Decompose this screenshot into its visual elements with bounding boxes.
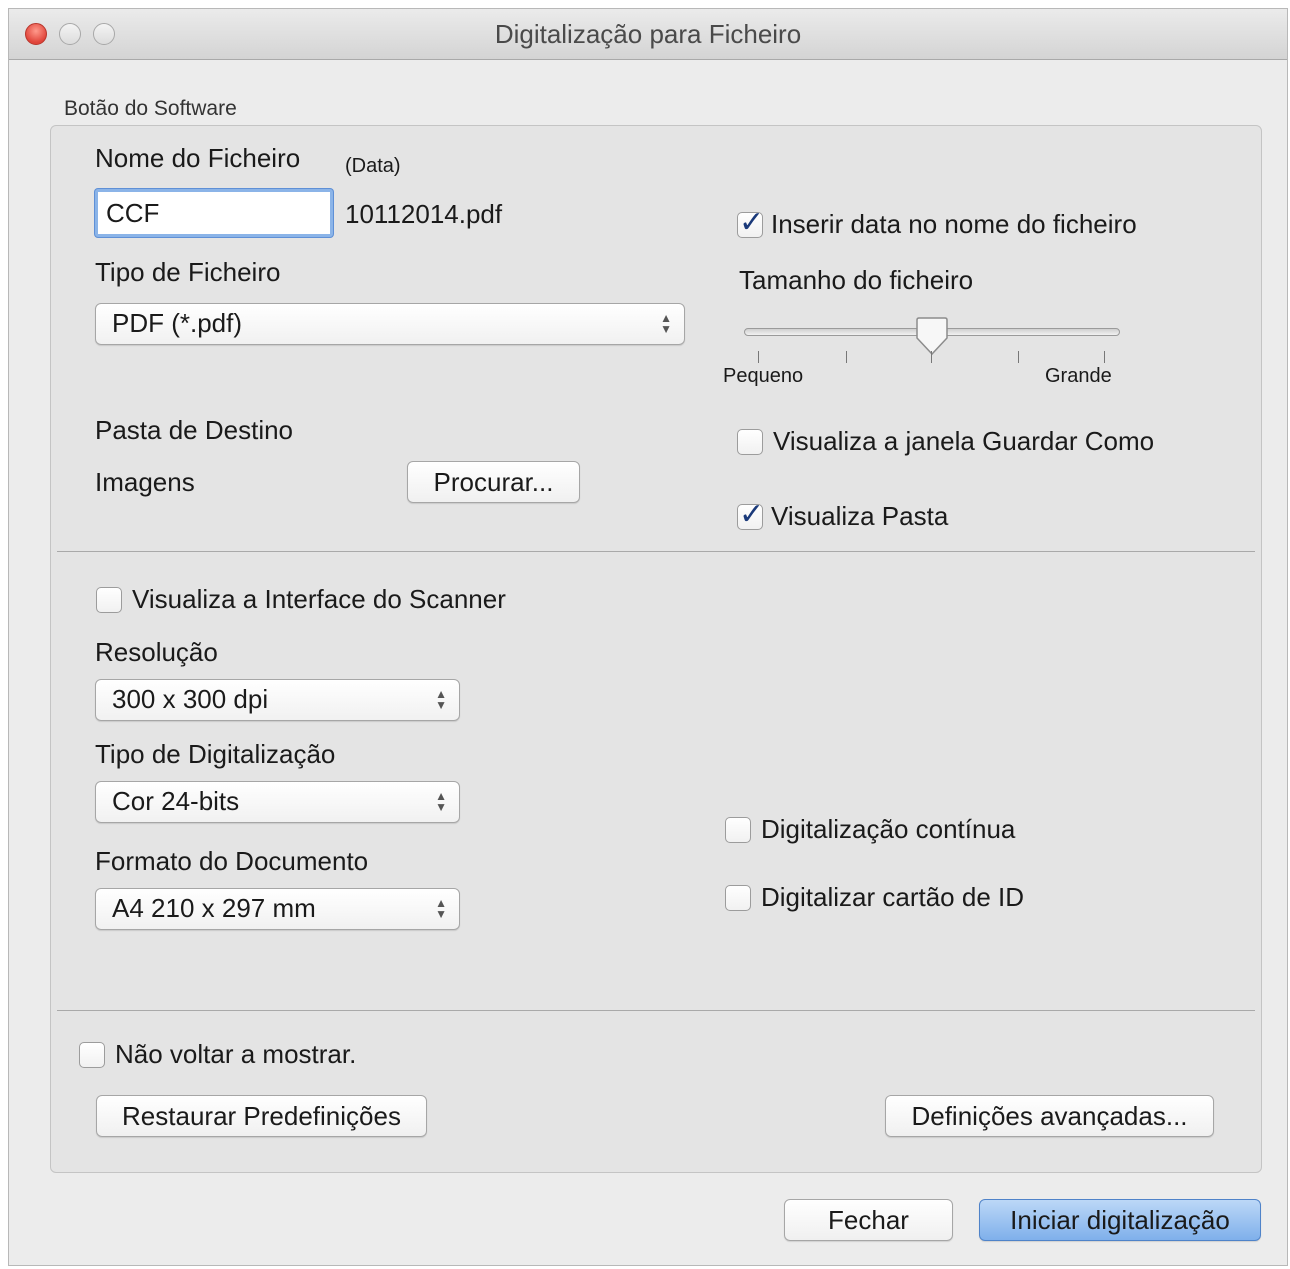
checkmark-icon: ✓ [739, 205, 765, 239]
resolution-label: Resolução [95, 637, 218, 667]
browse-button[interactable]: Procurar... [407, 461, 580, 503]
checkbox-box [725, 884, 751, 911]
destination-label: Pasta de Destino [95, 415, 294, 445]
slider-tick [758, 351, 759, 363]
scan-type-label: Tipo de Digitalização [95, 739, 336, 769]
document-size-label: Formato do Documento [95, 846, 369, 876]
continuous-scan-label: Digitalização contínua [761, 814, 1016, 844]
insert-date-label: Inserir data no nome do ficheiro [771, 209, 1137, 239]
slider-tick [1104, 351, 1105, 363]
advanced-settings-button[interactable]: Definições avançadas... [885, 1095, 1214, 1137]
continuous-scan-checkbox[interactable]: Digitalização contínua [725, 814, 1015, 845]
show-scanner-interface-checkbox[interactable]: Visualiza a Interface do Scanner [96, 584, 506, 615]
file-name-label: Nome do Ficheiro [95, 143, 301, 173]
checkbox-box: ✓ [737, 206, 764, 239]
size-max-label: Grande [1045, 365, 1112, 387]
show-save-as-checkbox[interactable]: Visualiza a janela Guardar Como [737, 426, 1154, 457]
destination-folder: Imagens [95, 467, 195, 497]
date-label: (Data) [345, 155, 401, 177]
dialog-window: Digitalização para Ficheiro Botão do Sof… [8, 8, 1288, 1266]
checkmark-icon: ✓ [739, 497, 765, 531]
slider-tick [1018, 351, 1019, 363]
show-folder-label: Visualiza Pasta [771, 501, 949, 531]
dont-show-again-checkbox[interactable]: Não voltar a mostrar. [79, 1039, 356, 1070]
file-type-label: Tipo de Ficheiro [95, 257, 281, 287]
scan-type-value: Cor 24-bits [112, 786, 240, 816]
document-size-select[interactable]: A4 210 x 297 mm ▲ ▼ [95, 888, 460, 930]
checkbox-box [725, 816, 751, 843]
updown-arrows-icon: ▲ ▼ [435, 896, 447, 921]
updown-arrows-icon: ▲ ▼ [435, 789, 447, 814]
restore-defaults-button[interactable]: Restaurar Predefinições [96, 1095, 427, 1137]
resolution-select[interactable]: 300 x 300 dpi ▲ ▼ [95, 679, 460, 721]
show-scanner-interface-label: Visualiza a Interface do Scanner [132, 584, 506, 614]
date-value: 10112014.pdf [345, 199, 503, 229]
id-card-scan-checkbox[interactable]: Digitalizar cartão de ID [725, 882, 1024, 913]
window-title: Digitalização para Ficheiro [494, 19, 802, 49]
group-label: Botão do Software [64, 97, 237, 120]
file-name-input[interactable]: CCF [95, 189, 333, 237]
file-type-select[interactable]: PDF (*.pdf) ▲ ▼ [95, 303, 685, 345]
title-bar: Digitalização para Ficheiro [9, 9, 1287, 60]
start-scan-button[interactable]: Iniciar digitalização [979, 1199, 1261, 1241]
insert-date-checkbox[interactable]: ✓ Inserir data no nome do ficheiro [737, 206, 1137, 240]
slider-tick [931, 351, 932, 363]
checkbox-box [737, 428, 763, 455]
id-card-scan-label: Digitalizar cartão de ID [761, 882, 1024, 912]
dont-show-again-label: Não voltar a mostrar. [115, 1039, 357, 1069]
size-min-label: Pequeno [723, 365, 804, 387]
checkbox-box: ✓ [737, 498, 764, 531]
show-save-as-label: Visualiza a janela Guardar Como [773, 426, 1155, 456]
file-type-value: PDF (*.pdf) [112, 308, 243, 338]
resolution-value: 300 x 300 dpi [112, 684, 269, 714]
updown-arrows-icon: ▲ ▼ [660, 311, 672, 336]
updown-arrows-icon: ▲ ▼ [435, 687, 447, 712]
slider-tick [846, 351, 847, 363]
file-size-label: Tamanho do ficheiro [739, 265, 974, 295]
file-size-slider-knob[interactable] [916, 316, 948, 356]
scan-type-select[interactable]: Cor 24-bits ▲ ▼ [95, 781, 460, 823]
checkbox-box [96, 586, 122, 613]
section-divider [57, 1010, 1255, 1011]
show-folder-checkbox[interactable]: ✓ Visualiza Pasta [737, 498, 949, 532]
document-size-value: A4 210 x 297 mm [112, 893, 316, 923]
section-divider [57, 551, 1255, 552]
checkbox-box [79, 1041, 105, 1068]
close-button[interactable]: Fechar [784, 1199, 953, 1241]
